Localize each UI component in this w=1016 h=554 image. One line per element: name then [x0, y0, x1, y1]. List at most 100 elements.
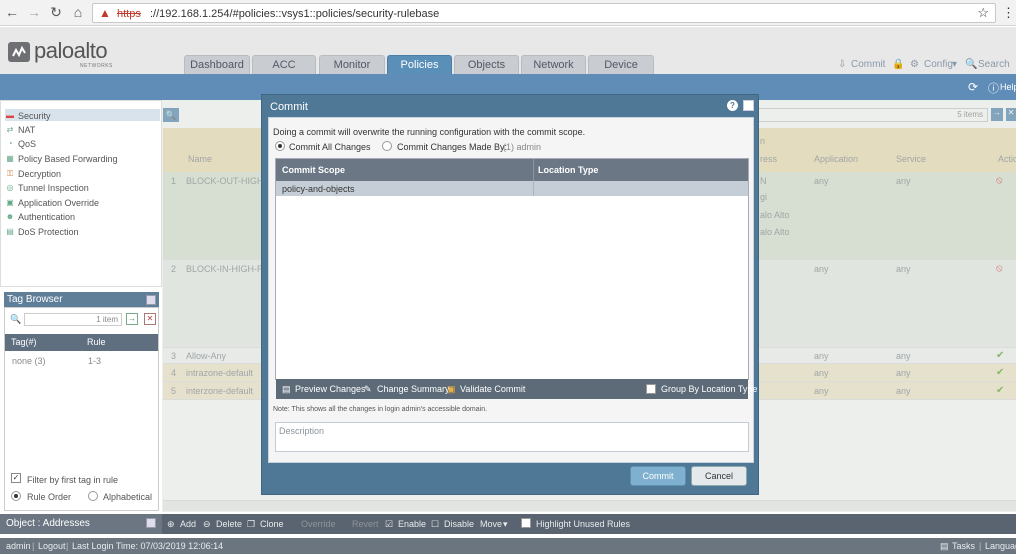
- nav-item-qos[interactable]: QoS: [18, 139, 36, 149]
- enable-button[interactable]: Enable: [398, 519, 426, 529]
- commit-by-radio[interactable]: [382, 141, 392, 151]
- scope-value: policy-and-objects: [282, 184, 355, 194]
- nav-item-authentication[interactable]: Authentication: [18, 212, 75, 222]
- logout-link[interactable]: Logout: [38, 541, 66, 551]
- logo-subtext: NETWORKS: [80, 63, 113, 69]
- tasks-link[interactable]: Tasks: [952, 541, 975, 551]
- filter-checkbox[interactable]: ✓: [11, 473, 21, 483]
- commit-note: Note: This shows all the changes in logi…: [273, 406, 488, 413]
- dialog-title: Commit: [270, 101, 308, 113]
- help-icon[interactable]: ⓘ: [988, 80, 999, 96]
- header-config-link[interactable]: Config: [924, 59, 953, 70]
- maximize-icon[interactable]: [743, 100, 754, 111]
- delete-button[interactable]: Delete: [216, 519, 242, 529]
- shield-icon: ▬: [6, 111, 14, 120]
- status-bar: admin | Logout | Last Login Time: 07/03/…: [0, 538, 1016, 554]
- scope-toolbar: ▤ Preview Changes ✎ Change Summary ▣ Val…: [276, 379, 757, 399]
- clone-icon: ❐: [247, 519, 256, 529]
- browser-menu-icon[interactable]: ⋮: [1002, 5, 1015, 21]
- nav-item-tunnel[interactable]: Tunnel Inspection: [18, 183, 89, 193]
- authentication-icon: ☻: [5, 212, 15, 221]
- tab-acc[interactable]: ACC: [252, 55, 316, 74]
- table-row[interactable]: policy-and-objects: [276, 181, 748, 196]
- commit-dialog: Commit ? Doing a commit will overwrite t…: [261, 94, 759, 495]
- lock-icon[interactable]: 🔒: [892, 59, 904, 70]
- rule-order-radio[interactable]: [11, 491, 21, 501]
- description-placeholder: Description: [279, 426, 325, 436]
- commit-all-radio[interactable]: [275, 141, 285, 151]
- tag-row-name[interactable]: none (3): [12, 356, 46, 366]
- help-link[interactable]: Help: [1000, 82, 1016, 92]
- tag-table-header: Tag(#) Rule: [5, 334, 158, 351]
- col-rule: Rule: [87, 337, 106, 347]
- add-button[interactable]: Add: [180, 519, 196, 529]
- tab-dashboard[interactable]: Dashboard: [184, 55, 250, 74]
- disable-icon: ☐: [431, 519, 440, 529]
- tag-count: 1 item: [96, 315, 118, 324]
- change-summary-button[interactable]: Change Summary: [377, 384, 450, 394]
- tag-browser-header: Tag Browser: [4, 292, 159, 307]
- add-icon: ⊕: [167, 519, 175, 529]
- col-location-type[interactable]: Location Type: [538, 165, 598, 175]
- search-icon[interactable]: 🔍: [965, 59, 977, 70]
- validate-icon: ▣: [447, 384, 456, 394]
- dialog-body: Doing a commit will overwrite the runnin…: [268, 117, 757, 463]
- tab-objects[interactable]: Objects: [454, 55, 519, 74]
- url-scheme: https: [117, 8, 141, 20]
- clear-filter-icon[interactable]: ✕: [144, 313, 156, 325]
- object-label: Object : Addresses: [6, 518, 90, 529]
- back-icon[interactable]: ←: [4, 4, 20, 20]
- commit-button[interactable]: Commit: [630, 466, 686, 486]
- language-link[interactable]: Languag: [985, 541, 1016, 551]
- help-icon[interactable]: ?: [727, 100, 738, 111]
- collapse-icon[interactable]: [146, 295, 156, 305]
- commit-by-value[interactable]: (1) admin: [503, 142, 541, 152]
- highlight-label: Highlight Unused Rules: [536, 519, 631, 529]
- validate-commit-button[interactable]: Validate Commit: [460, 384, 525, 394]
- config-icon[interactable]: ⚙: [910, 59, 919, 70]
- nav-item-nat[interactable]: NAT: [18, 125, 35, 135]
- header-commit-link[interactable]: Commit: [851, 59, 885, 70]
- address-bar[interactable]: ▲ https ://192.168.1.254/#policies::vsys…: [92, 3, 996, 23]
- commit-message: Doing a commit will overwrite the runnin…: [273, 127, 586, 137]
- alphabetical-radio[interactable]: [88, 491, 98, 501]
- description-textarea[interactable]: Description: [275, 422, 749, 452]
- reload-icon[interactable]: ↻: [48, 4, 64, 20]
- col-commit-scope[interactable]: Commit Scope: [282, 165, 345, 175]
- nav-item-security[interactable]: Security: [18, 111, 51, 121]
- nav-item-app-override[interactable]: Application Override: [18, 198, 99, 208]
- tab-monitor[interactable]: Monitor: [319, 55, 385, 74]
- status-divider: |: [979, 541, 982, 551]
- bookmark-star-icon[interactable]: ☆: [977, 5, 989, 21]
- forward-icon[interactable]: →: [26, 4, 42, 20]
- disable-button[interactable]: Disable: [444, 519, 474, 529]
- status-divider: |: [32, 541, 35, 551]
- nav-item-dos[interactable]: DoS Protection: [18, 227, 79, 237]
- nav-item-pbf[interactable]: Policy Based Forwarding: [18, 154, 118, 164]
- refresh-icon[interactable]: ⟳: [968, 80, 978, 94]
- object-toggle-icon[interactable]: [146, 518, 156, 528]
- nat-icon: ⇄: [6, 125, 14, 134]
- home-icon[interactable]: ⌂: [70, 4, 86, 20]
- commit-icon[interactable]: ⇩: [838, 59, 846, 70]
- tag-search-input[interactable]: 1 item: [24, 313, 122, 326]
- commit-scope-table: Commit Scope Location Type policy-and-ob…: [275, 158, 757, 399]
- override-button[interactable]: Override: [301, 519, 336, 529]
- status-user[interactable]: admin: [6, 541, 31, 551]
- highlight-checkbox[interactable]: [521, 518, 531, 528]
- revert-button[interactable]: Revert: [352, 519, 379, 529]
- tab-device[interactable]: Device: [588, 55, 654, 74]
- move-button[interactable]: Move: [480, 519, 502, 529]
- tab-policies[interactable]: Policies: [387, 55, 452, 74]
- cancel-button[interactable]: Cancel: [691, 466, 747, 486]
- preview-changes-button[interactable]: Preview Changes: [295, 384, 366, 394]
- header-search-link[interactable]: Search: [978, 59, 1010, 70]
- group-by-checkbox[interactable]: [646, 384, 656, 394]
- tab-network[interactable]: Network: [521, 55, 586, 74]
- alphabetical-label: Alphabetical: [103, 492, 153, 502]
- nav-item-decryption[interactable]: Decryption: [18, 169, 61, 179]
- clone-button[interactable]: Clone: [260, 519, 284, 529]
- apply-filter-icon[interactable]: →: [126, 313, 138, 325]
- tag-row-rule: 1-3: [88, 356, 102, 366]
- search-icon: 🔍: [10, 314, 22, 324]
